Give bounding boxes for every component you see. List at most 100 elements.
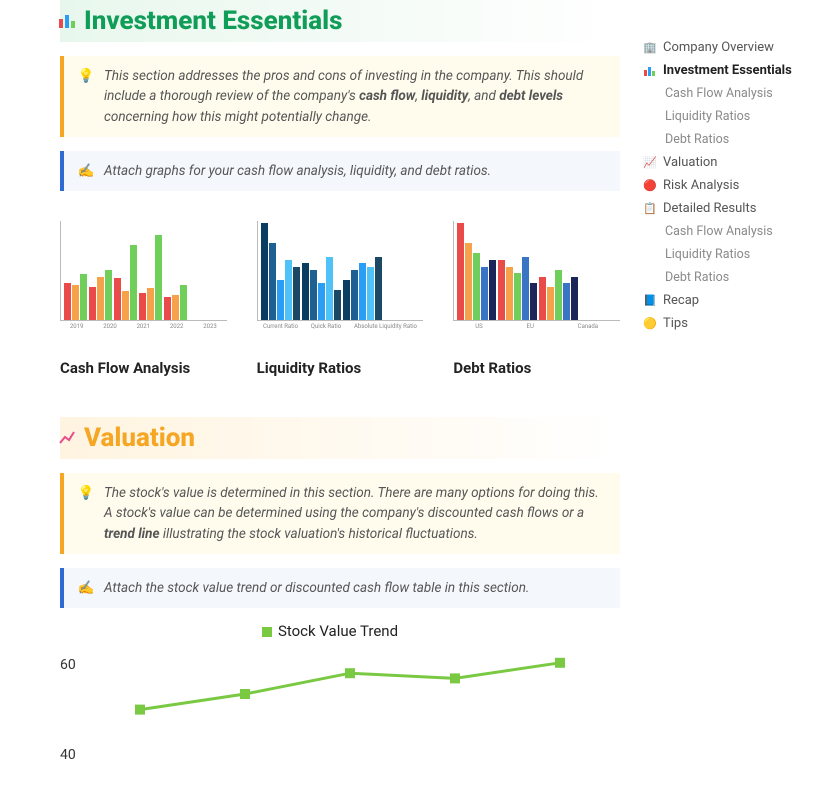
data-point [555, 658, 565, 668]
y-tick: 40 [60, 747, 76, 763]
data-point [345, 668, 355, 678]
bar [514, 273, 521, 320]
x-label: 2019 [70, 323, 84, 330]
table-of-contents: 🏢 Company Overview Investment Essentials Ca… [641, 36, 811, 335]
note-valuation-attach: ✍️ Attach the stock value trend or disco… [60, 568, 620, 608]
toc-item[interactable]: 📘 Recap [641, 289, 811, 312]
data-point [135, 705, 145, 715]
pencil-icon: ✍️ [78, 578, 94, 598]
main-content: Investment Essentials 💡 This section add… [0, 0, 620, 792]
section-title: Investment Essentials [84, 6, 342, 36]
toc-item[interactable]: Cash Flow Analysis [641, 82, 811, 105]
toc-icon: 🏢 [643, 41, 657, 55]
toc-icon: 📘 [643, 294, 657, 308]
toc-icon: 🔴 [643, 179, 657, 193]
note-text: The stock's value is determined in this … [104, 483, 606, 544]
lightbulb-icon: 💡 [78, 483, 94, 544]
toc-label: Company Overview [663, 40, 774, 55]
trend-icon [60, 431, 74, 445]
lightbulb-icon: 💡 [78, 66, 94, 127]
x-label: 2023 [203, 323, 217, 330]
toc-label: Recap [663, 293, 699, 308]
bar [457, 223, 464, 320]
bar [343, 280, 350, 320]
bar [122, 291, 129, 320]
bar [318, 283, 325, 320]
bar [80, 274, 87, 320]
pencil-icon: ✍️ [78, 161, 94, 181]
x-label: 2022 [170, 323, 184, 330]
x-label: Current Ratio [263, 323, 298, 330]
bar [522, 257, 529, 320]
section-title: Valuation [84, 423, 195, 453]
toc-label: Valuation [663, 155, 717, 170]
toc-item[interactable]: 🟡Tips [641, 312, 811, 335]
toc-label: Debt Ratios [665, 270, 729, 285]
note-investment-attach: ✍️ Attach graphs for your cash flow anal… [60, 151, 620, 191]
bar [359, 263, 366, 320]
chart-caption: Debt Ratios [453, 359, 620, 377]
toc-item[interactable]: Cash Flow Analysis [641, 220, 811, 243]
chart-cashflow: 20192020202120222023 Cash Flow Analysis [60, 221, 227, 377]
bar [563, 283, 570, 320]
x-label: Absolute Liquidity Ratio [354, 323, 417, 330]
toc-label: Risk Analysis [663, 178, 739, 193]
chart-debt: USEUCanada Debt Ratios [453, 221, 620, 377]
bar [465, 243, 472, 320]
x-label: 2021 [137, 323, 151, 330]
toc-item[interactable]: Investment Essentials [641, 59, 811, 82]
bar [481, 267, 488, 320]
bar [72, 285, 79, 320]
chart-caption: Cash Flow Analysis [60, 359, 227, 377]
x-label: US [475, 323, 482, 330]
note-valuation-desc: 💡 The stock's value is determined in thi… [60, 473, 620, 554]
toc-item[interactable]: 📈 Valuation [641, 151, 811, 174]
bar [164, 297, 171, 320]
bar [261, 223, 268, 320]
toc-item[interactable]: 🏢 Company Overview [641, 36, 811, 59]
y-tick: 60 [60, 657, 76, 673]
legend-marker [262, 627, 272, 637]
bar [375, 257, 382, 320]
toc-item[interactable]: Debt Ratios [641, 128, 811, 151]
bar [89, 287, 96, 320]
bar [97, 277, 104, 320]
bar [351, 270, 358, 320]
section-header-investment: Investment Essentials [60, 0, 620, 42]
toc-label: Liquidity Ratios [665, 247, 750, 262]
toc-icon: 📋 [643, 202, 657, 216]
bar [302, 263, 309, 320]
toc-label: Liquidity Ratios [665, 109, 750, 124]
toc-icon: 📈 [643, 156, 657, 170]
toc-label: Cash Flow Analysis [665, 224, 773, 239]
data-point [240, 689, 250, 699]
charts-row: 20192020202120222023 Cash Flow Analysis … [60, 221, 620, 377]
bars-icon [60, 14, 74, 28]
chart-liquidity: Current Ratio Quick Ratio Absolute Liquidi… [257, 221, 424, 377]
bar [172, 295, 179, 320]
toc-item[interactable]: 📋Detailed Results [641, 197, 811, 220]
data-point [450, 673, 460, 683]
toc-item[interactable]: Debt Ratios [641, 266, 811, 289]
bar [147, 288, 154, 320]
note-text: This section addresses the pros and cons… [104, 66, 606, 127]
x-label: Quick Ratio [311, 323, 341, 330]
bar [285, 260, 292, 320]
toc-icon [643, 64, 657, 78]
bar [130, 245, 137, 320]
bar [64, 283, 71, 321]
bar [367, 267, 374, 320]
chart-caption: Liquidity Ratios [257, 359, 424, 377]
toc-item[interactable]: Liquidity Ratios [641, 243, 811, 266]
toc-label: Investment Essentials [663, 63, 792, 78]
bar [547, 287, 554, 320]
toc-item[interactable]: 🔴 Risk Analysis [641, 174, 811, 197]
bar [334, 290, 341, 320]
toc-item[interactable]: Liquidity Ratios [641, 105, 811, 128]
bar [571, 277, 578, 320]
chart-legend: Stock Value Trend [60, 622, 600, 640]
toc-label: Tips [663, 316, 688, 331]
bar [277, 280, 284, 320]
toc-label: Cash Flow Analysis [665, 86, 773, 101]
bar [506, 267, 513, 320]
